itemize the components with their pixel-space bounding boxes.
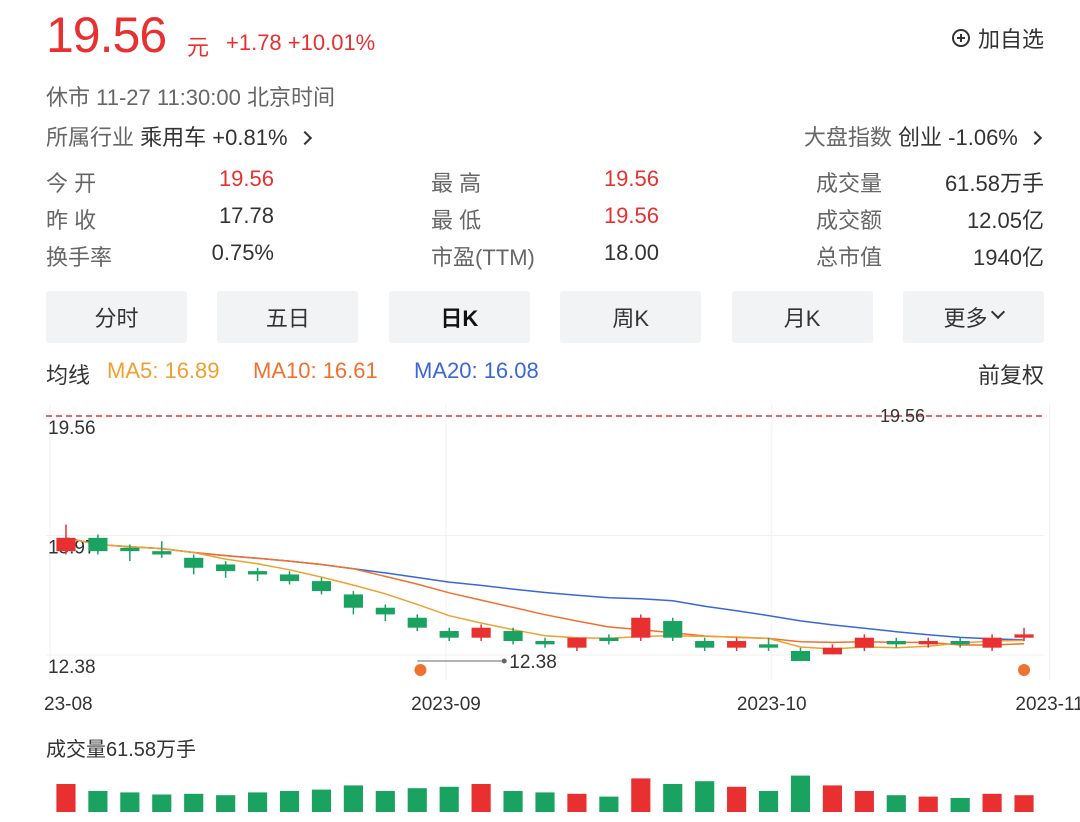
candle-body [790,651,811,661]
volume-bar [343,785,363,812]
volume-bar [88,791,108,812]
volume-bar [758,791,779,812]
x-tick-label: 2023-10 [737,694,807,715]
candle-body [758,644,779,648]
event-marker [1018,664,1031,676]
volume-bar [279,791,300,812]
candle-body [88,537,108,552]
candle-body [343,594,363,608]
volume-bar [439,786,459,812]
candle-body [311,581,332,592]
ma10-line [65,537,1025,646]
y-tick-label: 19.56 [48,418,96,439]
volume-bar [503,791,523,812]
volume-bar [184,793,204,812]
candle-body [375,607,395,615]
candle-body [567,637,587,648]
candle-body [216,564,236,572]
volume-bar [216,795,236,812]
candle-body [120,547,140,552]
candle-body [918,641,938,645]
volume-bar [918,796,938,812]
volume-bar [471,784,491,812]
x-tick-label: 23-08 [44,694,93,715]
candle-body [727,641,747,648]
y-tick-label: 12.38 [48,657,96,678]
volume-bar [950,798,970,812]
volume-bar [822,785,842,812]
x-tick-label: 2023-11 [1015,694,1080,715]
candle-body [599,637,619,642]
candle-body [56,537,76,552]
volume-bar [535,792,555,812]
event-marker [414,664,427,676]
candle-body [279,574,300,582]
last-price-marker: 19.56 [880,406,925,426]
volume-bar [152,794,172,812]
candle-body [982,637,1002,648]
volume-bar [311,789,332,812]
candle-body [184,557,204,568]
candle-body [886,641,906,645]
volume-bar [982,793,1002,812]
volume-bar [727,786,747,812]
candle-body [152,551,172,555]
candle-body [535,641,555,645]
candle-body [503,631,523,642]
kline-chart[interactable]: 19.5615.9712.3819.5612.3823-082023-09202… [0,0,1080,822]
volume-bar [663,784,683,812]
volume-bar [854,791,874,812]
candle-body [695,641,715,648]
candle-body [1014,634,1034,638]
candle-body [439,631,459,638]
volume-bar [599,796,619,812]
candle-body [854,637,874,648]
volume-bar [631,778,651,812]
candle-body [631,617,651,638]
volume-bar [248,792,268,812]
volume-label: 成交量61.58万手 [46,739,197,761]
candle-body [248,571,268,575]
candle-body [471,627,491,638]
volume-bar [407,788,427,812]
volume-bar [886,795,906,812]
candle-body [663,621,683,638]
volume-bar [695,781,715,812]
candle-body [950,641,970,645]
ma20-line [65,537,1025,641]
low-marker-label: 12.38 [509,652,557,673]
volume-bar [1014,795,1034,812]
low-marker-dot [501,658,507,664]
x-tick-label: 2023-09 [411,694,481,715]
volume-bar [120,792,140,812]
candle-body [407,617,427,628]
volume-bar [56,784,76,812]
volume-bar [567,793,587,812]
volume-bar [790,775,811,812]
candle-body [822,647,842,655]
volume-bar [375,791,395,812]
